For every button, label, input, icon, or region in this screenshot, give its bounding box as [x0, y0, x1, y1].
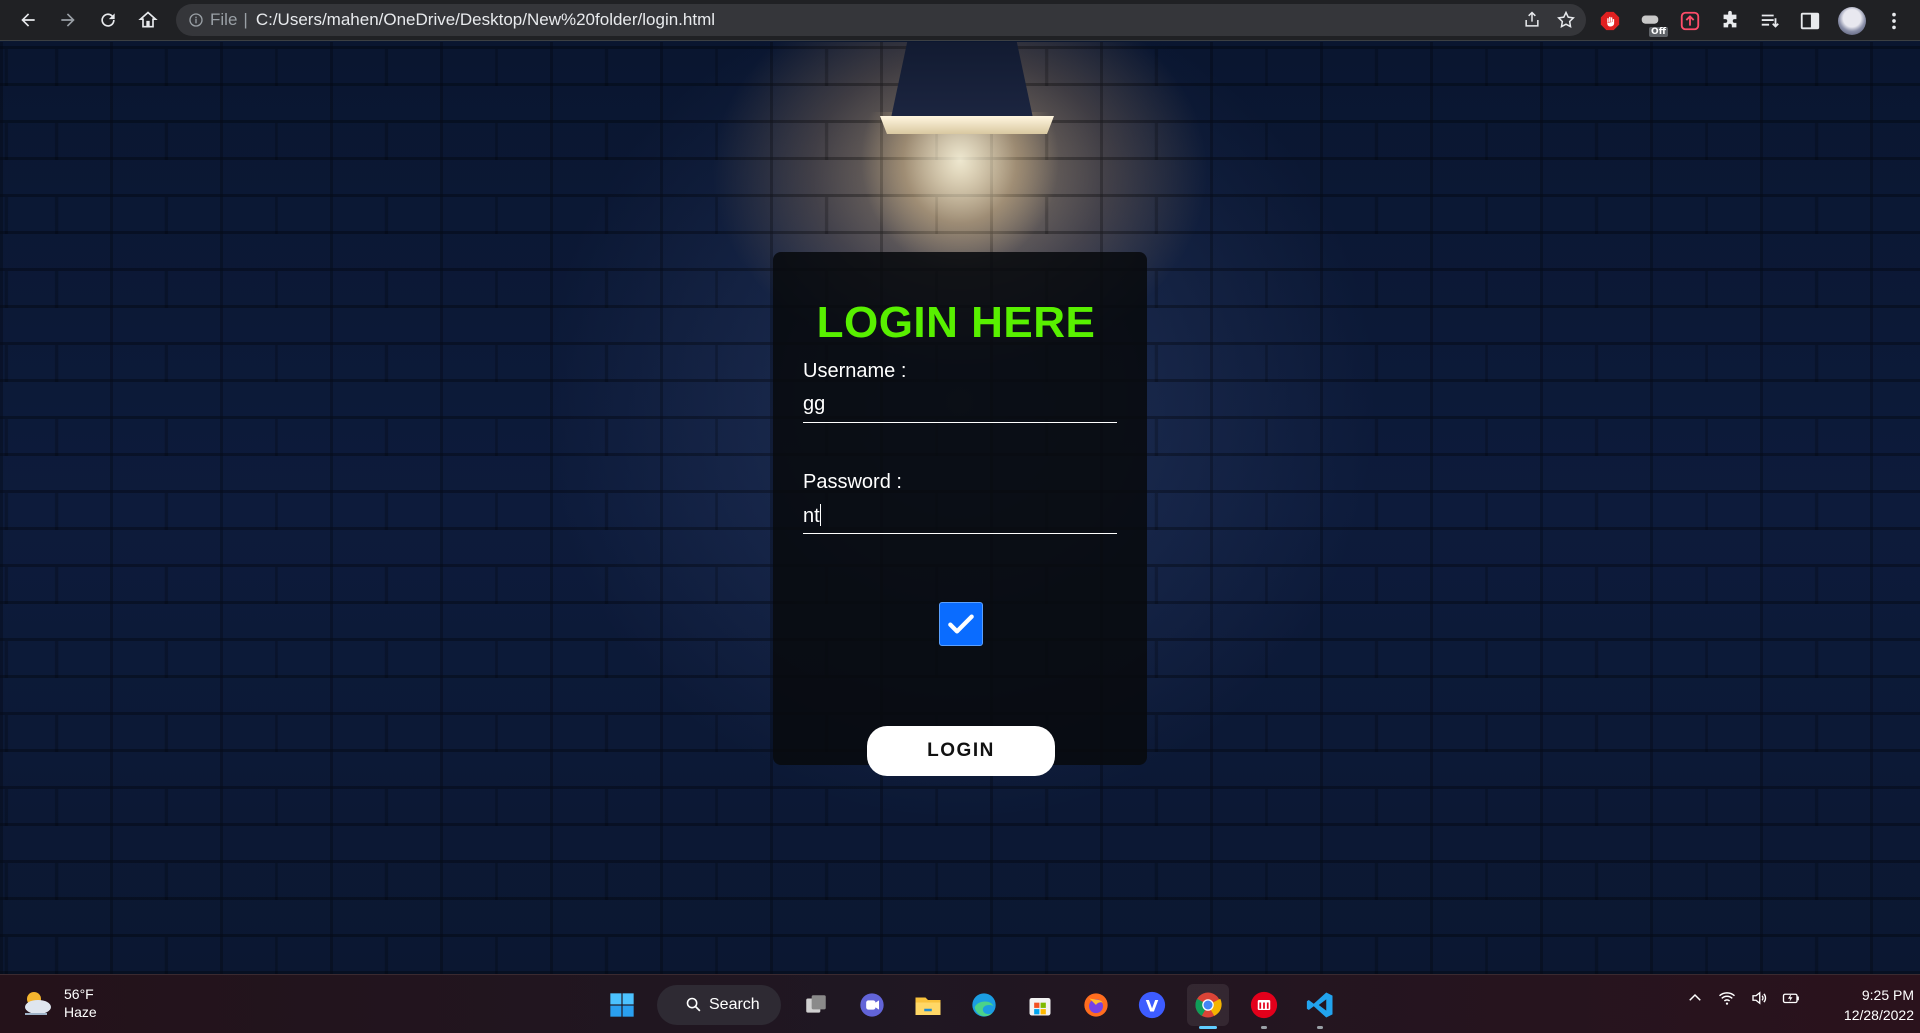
viber-icon[interactable]: V [1131, 984, 1173, 1026]
share-icon[interactable] [1522, 10, 1542, 30]
password-label: Password : [803, 471, 902, 493]
battery-icon[interactable] [1782, 989, 1800, 1007]
password-value: nt [803, 505, 820, 527]
lamp-glow [860, 112, 1060, 272]
browser-toolbar: File | C:/Users/mahen/OneDrive/Desktop/N… [0, 0, 1920, 41]
taskbar-clock[interactable]: 9:25 PM 12/28/2022 [1814, 985, 1914, 1025]
puzzle-icon[interactable] [1718, 9, 1742, 33]
kebab-menu-icon[interactable] [1882, 9, 1906, 33]
off-toggle-icon[interactable]: Off [1638, 9, 1668, 37]
edge-icon[interactable] [963, 984, 1005, 1026]
reload-icon [101, 13, 115, 27]
taskbar-apps: Search V [601, 983, 1341, 1029]
active-indicator [1199, 1026, 1217, 1029]
weather-temp: 56°F [64, 986, 94, 1002]
page-viewport: LOGIN HERE Username : gg Password : nt L… [0, 42, 1920, 974]
arrow-right-icon [61, 13, 75, 27]
taskbar-search[interactable]: Search [657, 985, 781, 1025]
forward-button[interactable] [52, 4, 84, 36]
username-value: gg [803, 393, 826, 415]
task-view-icon[interactable] [795, 984, 837, 1026]
url-text[interactable]: C:/Users/mahen/OneDrive/Desktop/New%20fo… [256, 10, 715, 30]
upload-icon[interactable] [1678, 9, 1702, 33]
remember-checkbox[interactable] [939, 602, 983, 646]
mail-app-icon[interactable] [1243, 984, 1285, 1029]
login-title: LOGIN HERE [816, 298, 1096, 347]
sidepanel-icon[interactable] [1798, 9, 1822, 33]
off-badge: Off [1649, 27, 1668, 37]
running-indicator [1261, 1026, 1267, 1029]
running-indicator [1317, 1026, 1323, 1029]
clock-time: 9:25 PM [1861, 987, 1914, 1003]
volume-icon[interactable] [1750, 989, 1768, 1007]
chevron-up-icon[interactable] [1686, 989, 1704, 1007]
bookmark-star-icon[interactable] [1556, 10, 1576, 30]
lamp-bulb [880, 116, 1054, 134]
vscode-icon[interactable] [1299, 984, 1341, 1029]
weather-condition: Haze [64, 1004, 97, 1020]
chrome-icon[interactable] [1187, 984, 1229, 1029]
weather-widget[interactable]: 56°F Haze [20, 985, 97, 1021]
wall-lamp [891, 42, 1033, 118]
adblock-icon[interactable] [1598, 9, 1622, 33]
text-caret [819, 504, 821, 526]
firefox-icon[interactable] [1075, 984, 1117, 1026]
home-icon [138, 11, 158, 28]
windows-start-icon[interactable] [601, 984, 643, 1026]
login-button[interactable]: LOGIN [867, 726, 1055, 776]
scheme-label: File [210, 10, 238, 29]
home-button[interactable] [132, 4, 164, 36]
username-input[interactable]: gg [803, 383, 1117, 423]
svg-text:V: V [1146, 996, 1159, 1015]
clock-date: 12/28/2022 [1843, 1007, 1914, 1023]
reload-button[interactable] [92, 4, 124, 36]
store-icon[interactable] [1019, 984, 1061, 1026]
address-bar[interactable]: File | C:/Users/mahen/OneDrive/Desktop/N… [176, 4, 1586, 36]
extensions-area: Off [1598, 6, 1906, 37]
arrow-left-icon [21, 13, 35, 27]
password-input[interactable]: nt [803, 494, 1117, 534]
back-button[interactable] [12, 4, 44, 36]
haze-cloud-icon [20, 988, 54, 1018]
search-icon [686, 997, 701, 1012]
login-form: LOGIN HERE Username : gg Password : nt L… [773, 252, 1147, 776]
teams-chat-icon[interactable] [851, 984, 893, 1026]
separator: | [243, 10, 248, 29]
checkmark-icon [948, 614, 974, 634]
wifi-icon[interactable] [1718, 989, 1736, 1007]
windows-taskbar: 56°F Haze Search V 9:25 PM 12/28/2022 [0, 974, 1920, 1033]
info-icon[interactable] [188, 12, 204, 28]
username-label: Username : [803, 360, 907, 382]
avatar[interactable] [1838, 7, 1866, 35]
system-tray [1686, 989, 1800, 1007]
search-label: Search [709, 996, 760, 1013]
reading-list-icon[interactable] [1758, 9, 1782, 33]
file-explorer-icon[interactable] [907, 984, 949, 1026]
